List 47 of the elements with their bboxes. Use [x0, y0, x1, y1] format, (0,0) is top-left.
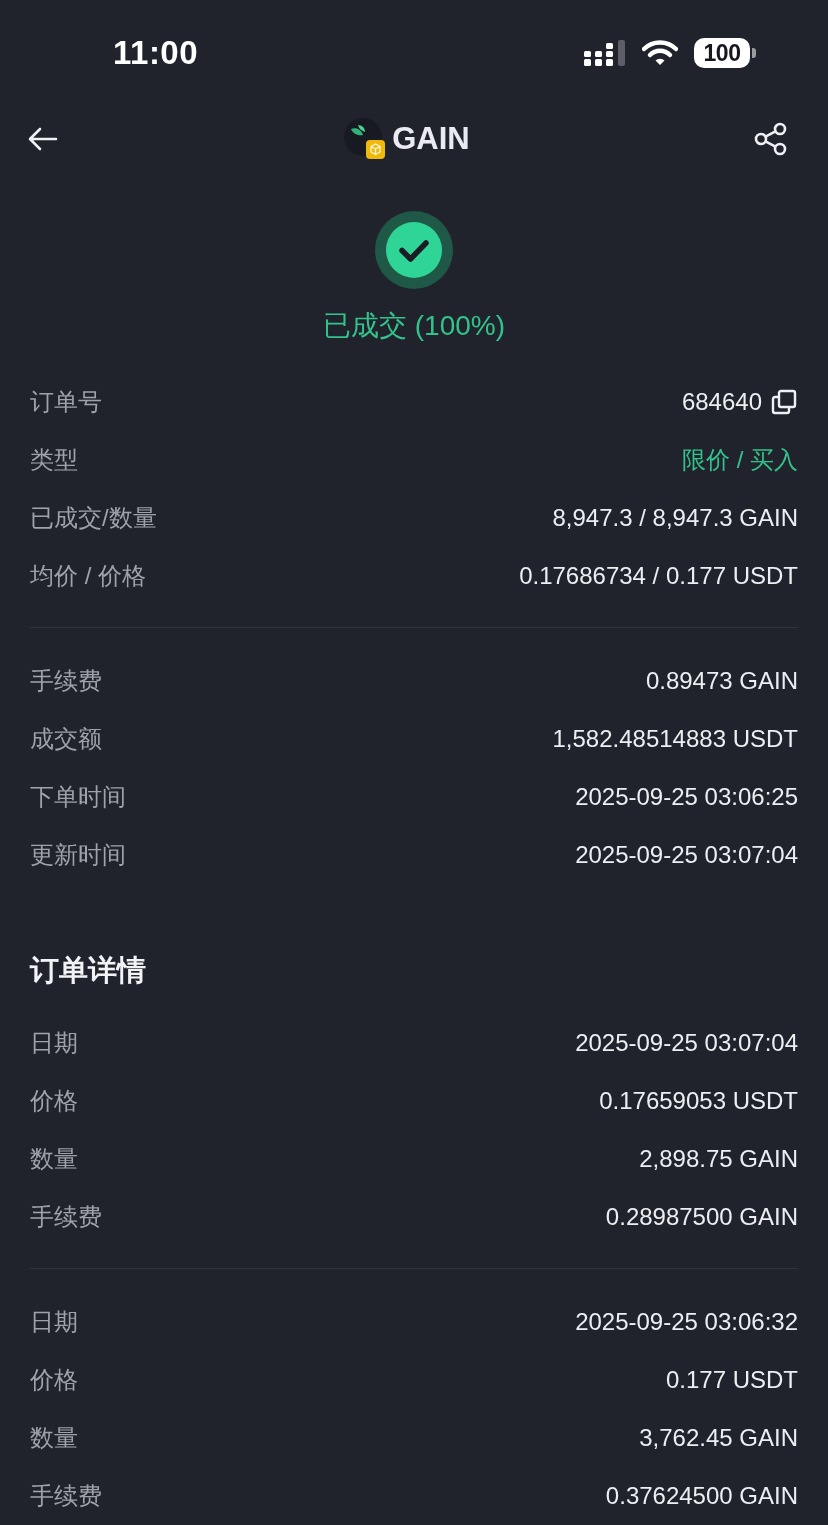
info-value: 0.89473 GAIN	[645, 667, 798, 696]
signal-icon	[584, 40, 626, 67]
info-label: 手续费	[30, 1202, 102, 1233]
info-label: 类型	[30, 445, 78, 476]
page-title: GAIN	[392, 120, 470, 157]
info-value: 0.177 USDT	[665, 1366, 798, 1394]
wifi-icon	[642, 40, 678, 67]
info-value: 2025-09-25 03:06:32	[575, 1308, 798, 1336]
info-label: 手续费	[30, 666, 102, 697]
copy-button[interactable]	[770, 388, 798, 417]
coin-logo-icon	[344, 117, 387, 160]
order-status: 已成交 (100%)	[322, 309, 505, 344]
info-label: 数量	[30, 1144, 78, 1175]
share-button[interactable]	[754, 121, 788, 156]
info-label: 已成交/数量	[30, 503, 157, 534]
copy-icon	[771, 389, 797, 416]
status-time: 11:00	[113, 34, 199, 73]
info-label: 订单号	[30, 387, 102, 418]
info-label: 价格	[30, 1365, 78, 1395]
info-value: 1,582.48514883 USDT	[552, 725, 798, 754]
info-label: 下单时间	[30, 782, 126, 813]
info-value: 3,762.45 GAIN	[639, 1424, 798, 1452]
info-value: 限价 / 买入	[682, 445, 798, 476]
info-value: 2025-09-25 03:06:25	[575, 783, 798, 812]
info-value: 2025-09-25 03:07:04	[575, 1029, 798, 1058]
info-label: 更新时间	[30, 840, 126, 871]
info-value: 2,898.75 GAIN	[639, 1145, 798, 1174]
share-icon	[754, 121, 788, 156]
info-value: 2025-09-25 03:07:04	[575, 841, 798, 870]
info-label: 日期	[30, 1028, 78, 1059]
battery-cap-icon	[752, 48, 756, 59]
back-arrow-icon	[28, 126, 58, 151]
info-label: 价格	[30, 1086, 78, 1117]
info-value: 0.17686734 / 0.177 USDT	[519, 562, 798, 591]
info-label: 数量	[30, 1423, 78, 1453]
section-title: 订单详情	[30, 953, 146, 989]
info-label: 手续费	[30, 1481, 102, 1511]
order-number-value: 684640	[681, 388, 762, 417]
info-label: 日期	[30, 1307, 78, 1337]
info-value: 0.37624500 GAIN	[605, 1482, 798, 1510]
info-value: 0.28987500 GAIN	[605, 1203, 798, 1232]
battery-indicator: 100	[694, 38, 750, 69]
info-label: 成交额	[30, 724, 102, 755]
info-value: 0.17659053 USDT	[599, 1087, 798, 1116]
check-circle-icon	[375, 211, 453, 290]
info-value: 8,947.3 / 8,947.3 GAIN	[552, 504, 798, 533]
info-label: 均价 / 价格	[30, 561, 146, 592]
